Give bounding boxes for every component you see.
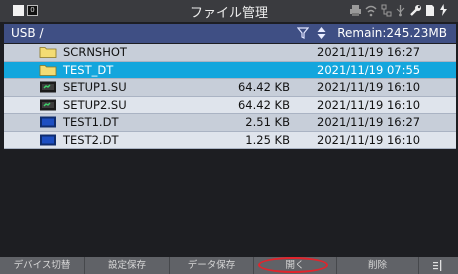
file-date: 2021/11/19 16:10 (317, 80, 421, 94)
file-name: TEST1.DT (63, 115, 119, 129)
delete-button[interactable]: 削除 (337, 257, 419, 274)
file-name: SETUP1.SU (63, 80, 127, 94)
menu-button[interactable] (419, 257, 458, 274)
file-row[interactable]: SETUP1.SU 64.42 KB 2021/11/19 16:10 (4, 79, 456, 97)
file-date: 2021/11/19 16:27 (317, 45, 421, 59)
folder-icon (39, 64, 57, 76)
status-icons (350, 4, 448, 17)
path-bar: USB / Remain:245.23MB (4, 24, 456, 43)
file-name: SETUP2.SU (63, 97, 127, 112)
sd-card-icon (426, 5, 434, 16)
file-name: TEST2.DT (63, 132, 119, 147)
file-size: 2.51 KB (245, 115, 290, 129)
wrench-icon (410, 5, 421, 16)
device-switch-button[interactable]: デバイス切替 (0, 257, 85, 274)
highlight-oval (258, 257, 328, 273)
status-bar: 0 ファイル管理 (0, 0, 458, 22)
setup-file-icon (39, 99, 57, 111)
printer-icon (350, 5, 361, 16)
file-row[interactable]: TEST1.DT 2.51 KB 2021/11/19 16:27 (4, 114, 456, 132)
data-file-icon (39, 134, 57, 146)
file-name: TEST_DT (63, 62, 114, 77)
file-size: 1.25 KB (245, 132, 290, 147)
function-key-bar: デバイス切替 設定保存 データ保存 開く 削除 (0, 257, 458, 274)
data-file-icon (39, 116, 57, 128)
sort-icon[interactable] (317, 27, 326, 39)
file-row[interactable]: TEST_DT 2021/11/19 07:55 (4, 61, 456, 79)
battery-icon (440, 4, 447, 16)
save-data-button[interactable]: データ保存 (170, 257, 254, 274)
file-size: 64.42 KB (237, 97, 290, 112)
file-date: 2021/11/19 16:27 (317, 115, 421, 129)
file-row[interactable]: SCRNSHOT 2021/11/19 16:27 (4, 44, 456, 62)
current-path: USB / (11, 26, 44, 40)
usb-icon (396, 5, 405, 17)
file-list: SCRNSHOT 2021/11/19 16:27 TEST_DT 2021/11/1… (4, 44, 456, 149)
file-name: SCRNSHOT (63, 45, 127, 59)
file-list-empty-area (4, 153, 456, 257)
remaining-space: Remain:245.23MB (337, 26, 447, 40)
network-icon (381, 4, 392, 17)
folder-icon (39, 46, 57, 58)
setup-file-icon (39, 81, 57, 93)
file-date: 2021/11/19 16:10 (317, 97, 421, 112)
file-date: 2021/11/19 07:55 (317, 62, 421, 77)
menu-icon (433, 260, 442, 271)
filter-icon[interactable] (297, 27, 309, 39)
open-button[interactable]: 開く (254, 257, 337, 274)
file-date: 2021/11/19 16:10 (317, 132, 421, 147)
wifi-icon (365, 5, 377, 17)
file-row[interactable]: SETUP2.SU 64.42 KB 2021/11/19 16:10 (4, 96, 456, 114)
save-settings-button[interactable]: 設定保存 (85, 257, 170, 274)
file-row[interactable]: TEST2.DT 1.25 KB 2021/11/19 16:10 (4, 131, 456, 149)
file-size: 64.42 KB (237, 80, 290, 94)
